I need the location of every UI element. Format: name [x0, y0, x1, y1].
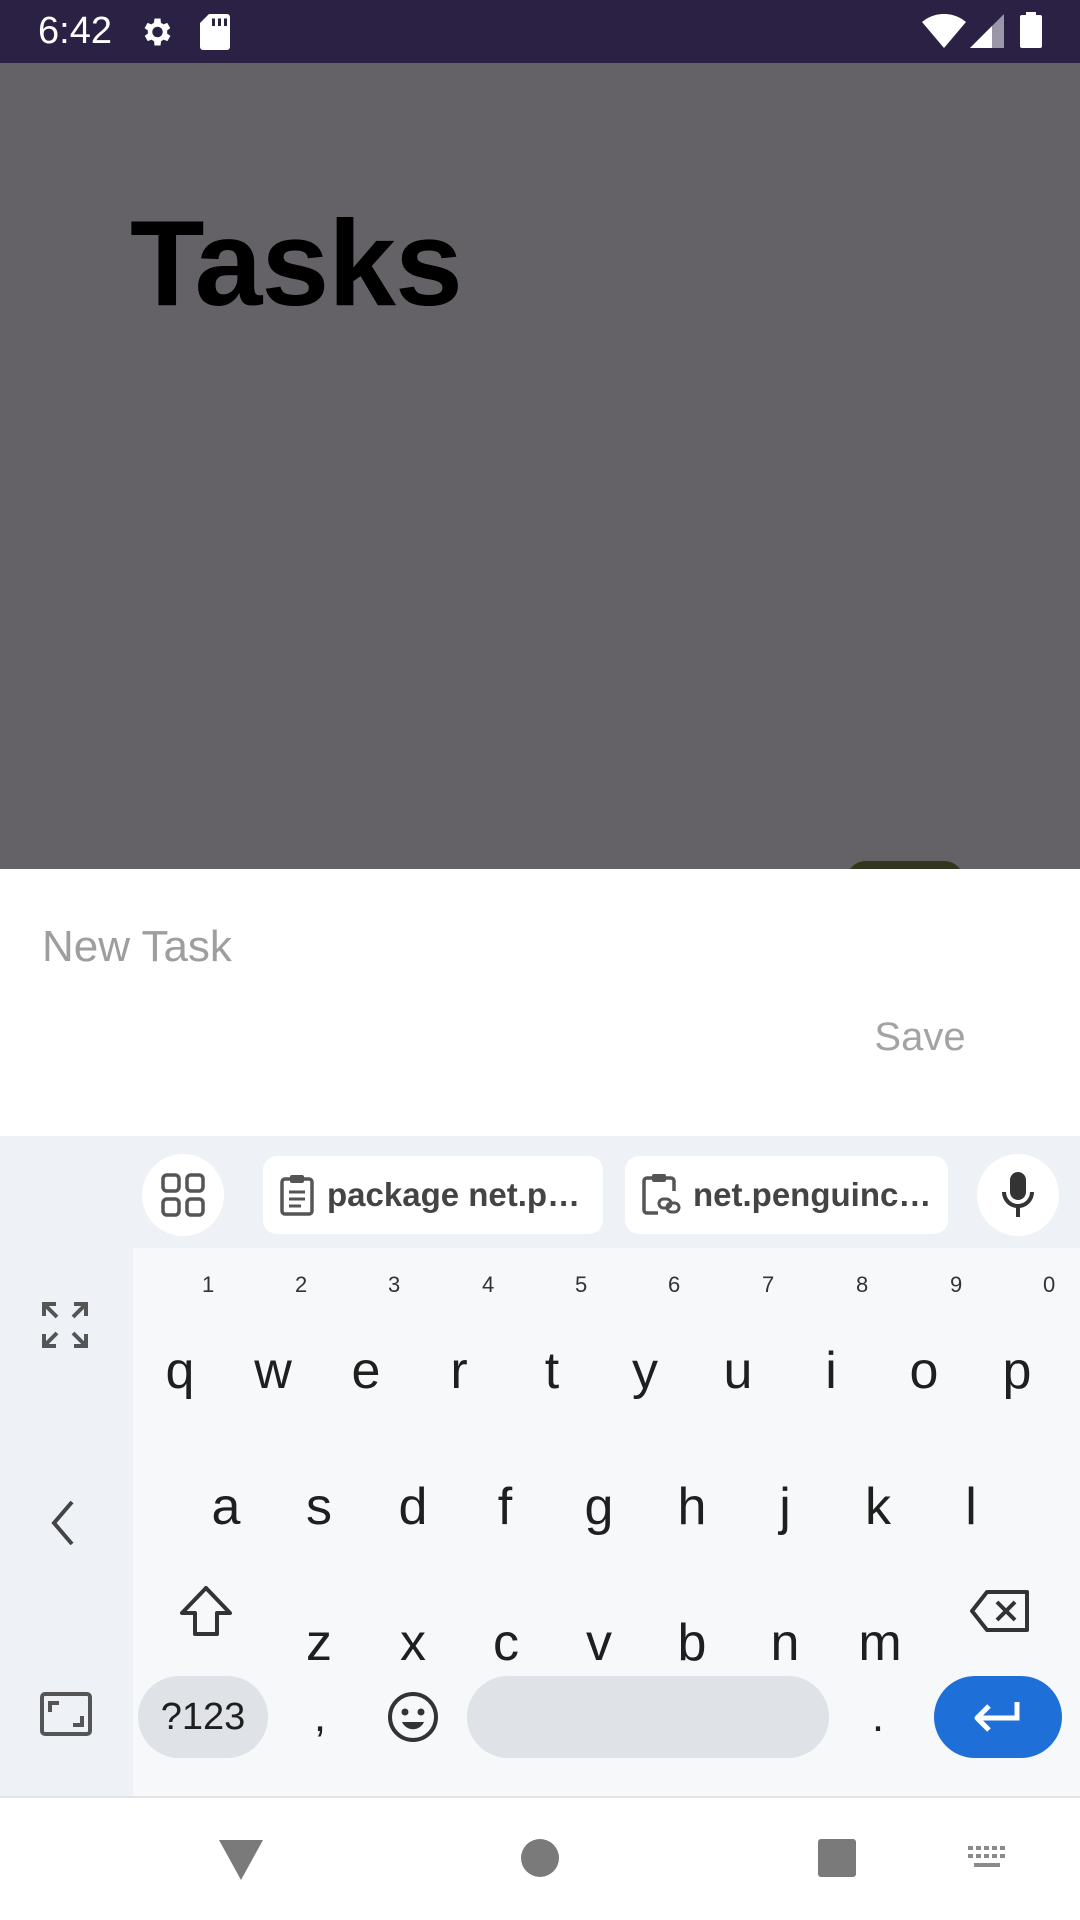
key-x[interactable]: x	[373, 1588, 453, 1698]
shift-key[interactable]	[166, 1556, 246, 1666]
expand-icon	[42, 1302, 88, 1348]
emoji-icon	[388, 1692, 438, 1742]
backspace-key[interactable]	[960, 1556, 1040, 1666]
key-l[interactable]: l	[931, 1452, 1011, 1562]
key-e[interactable]: e	[326, 1316, 406, 1426]
key-hint-4: 4	[482, 1272, 495, 1297]
period-key[interactable]: .	[848, 1676, 908, 1758]
app-content-scrim[interactable]: Tasks	[0, 63, 1080, 869]
new-task-input[interactable]	[42, 917, 942, 977]
key-a[interactable]: a	[186, 1452, 266, 1562]
apps-grid-icon	[161, 1173, 205, 1217]
chevron-left-icon	[51, 1500, 74, 1546]
keyboard-switch-icon	[968, 1846, 1005, 1867]
apps-grid-button[interactable]	[142, 1154, 224, 1236]
wifi-icon	[922, 13, 966, 53]
key-u[interactable]: u	[698, 1316, 778, 1426]
clipboard-suggestion-1[interactable]: package net.p…	[263, 1156, 603, 1234]
key-f[interactable]: f	[465, 1452, 545, 1562]
space-key[interactable]	[467, 1676, 829, 1758]
home-button[interactable]	[520, 1838, 560, 1878]
key-hint-1: 1	[202, 1272, 215, 1297]
enter-icon	[974, 1702, 1020, 1732]
signal-icon	[970, 14, 1004, 53]
enter-key[interactable]	[934, 1676, 1062, 1758]
backspace-icon	[970, 1590, 1029, 1632]
sd-card-icon	[200, 14, 230, 55]
new-task-sheet: Save	[0, 869, 1080, 1136]
symbols-key[interactable]: ?123	[138, 1676, 268, 1758]
save-button[interactable]: Save	[860, 1007, 980, 1067]
key-q[interactable]: q	[140, 1316, 220, 1426]
back-icon	[219, 1840, 263, 1880]
floating-keyboard-button[interactable]	[40, 1692, 92, 1736]
clipboard-link-icon	[642, 1174, 681, 1215]
key-k[interactable]: k	[838, 1452, 918, 1562]
shift-icon	[180, 1586, 232, 1636]
key-s[interactable]: s	[279, 1452, 359, 1562]
key-i[interactable]: i	[791, 1316, 871, 1426]
expand-keyboard-button[interactable]	[40, 1300, 90, 1350]
clipboard-suggestion-2-text: net.penguinc…	[693, 1176, 932, 1213]
recents-button[interactable]	[817, 1838, 857, 1878]
comma-key[interactable]: ,	[290, 1676, 350, 1758]
key-hint-2: 2	[295, 1272, 308, 1297]
key-d[interactable]: d	[373, 1452, 453, 1562]
key-g[interactable]: g	[559, 1452, 639, 1562]
add-task-fab	[846, 861, 964, 869]
battery-icon	[1020, 12, 1042, 53]
key-y[interactable]: y	[605, 1316, 685, 1426]
emoji-key[interactable]	[386, 1690, 440, 1744]
key-hint-5: 5	[575, 1272, 588, 1297]
resize-icon	[40, 1692, 92, 1736]
key-hint-6: 6	[668, 1272, 681, 1297]
keyboard-switch-button[interactable]	[966, 1844, 1010, 1872]
key-r[interactable]: r	[419, 1316, 499, 1426]
key-hint-7: 7	[762, 1272, 775, 1297]
status-time: 6:42	[38, 10, 112, 52]
page-title: Tasks	[130, 195, 463, 331]
gear-icon	[138, 14, 174, 55]
key-o[interactable]: o	[884, 1316, 964, 1426]
key-p[interactable]: p	[977, 1316, 1057, 1426]
status-bar: 6:42	[0, 0, 1080, 63]
clipboard-suggestion-1-text: package net.p…	[327, 1176, 581, 1213]
key-hint-8: 8	[856, 1272, 869, 1297]
key-hint-0: 0	[1043, 1272, 1056, 1297]
recents-icon	[818, 1839, 856, 1877]
voice-input-button[interactable]	[977, 1154, 1059, 1236]
key-hint-9: 9	[950, 1272, 963, 1297]
navigation-bar	[0, 1796, 1080, 1920]
key-j[interactable]: j	[745, 1452, 825, 1562]
microphone-icon	[1002, 1172, 1034, 1217]
back-button[interactable]	[216, 1838, 266, 1882]
home-icon	[521, 1839, 559, 1877]
key-hint-3: 3	[388, 1272, 401, 1297]
key-h[interactable]: h	[652, 1452, 732, 1562]
collapse-side-button[interactable]	[48, 1498, 78, 1548]
key-w[interactable]: w	[233, 1316, 313, 1426]
clipboard-icon	[280, 1175, 314, 1216]
key-t[interactable]: t	[512, 1316, 592, 1426]
clipboard-suggestion-2[interactable]: net.penguinc…	[625, 1156, 948, 1234]
